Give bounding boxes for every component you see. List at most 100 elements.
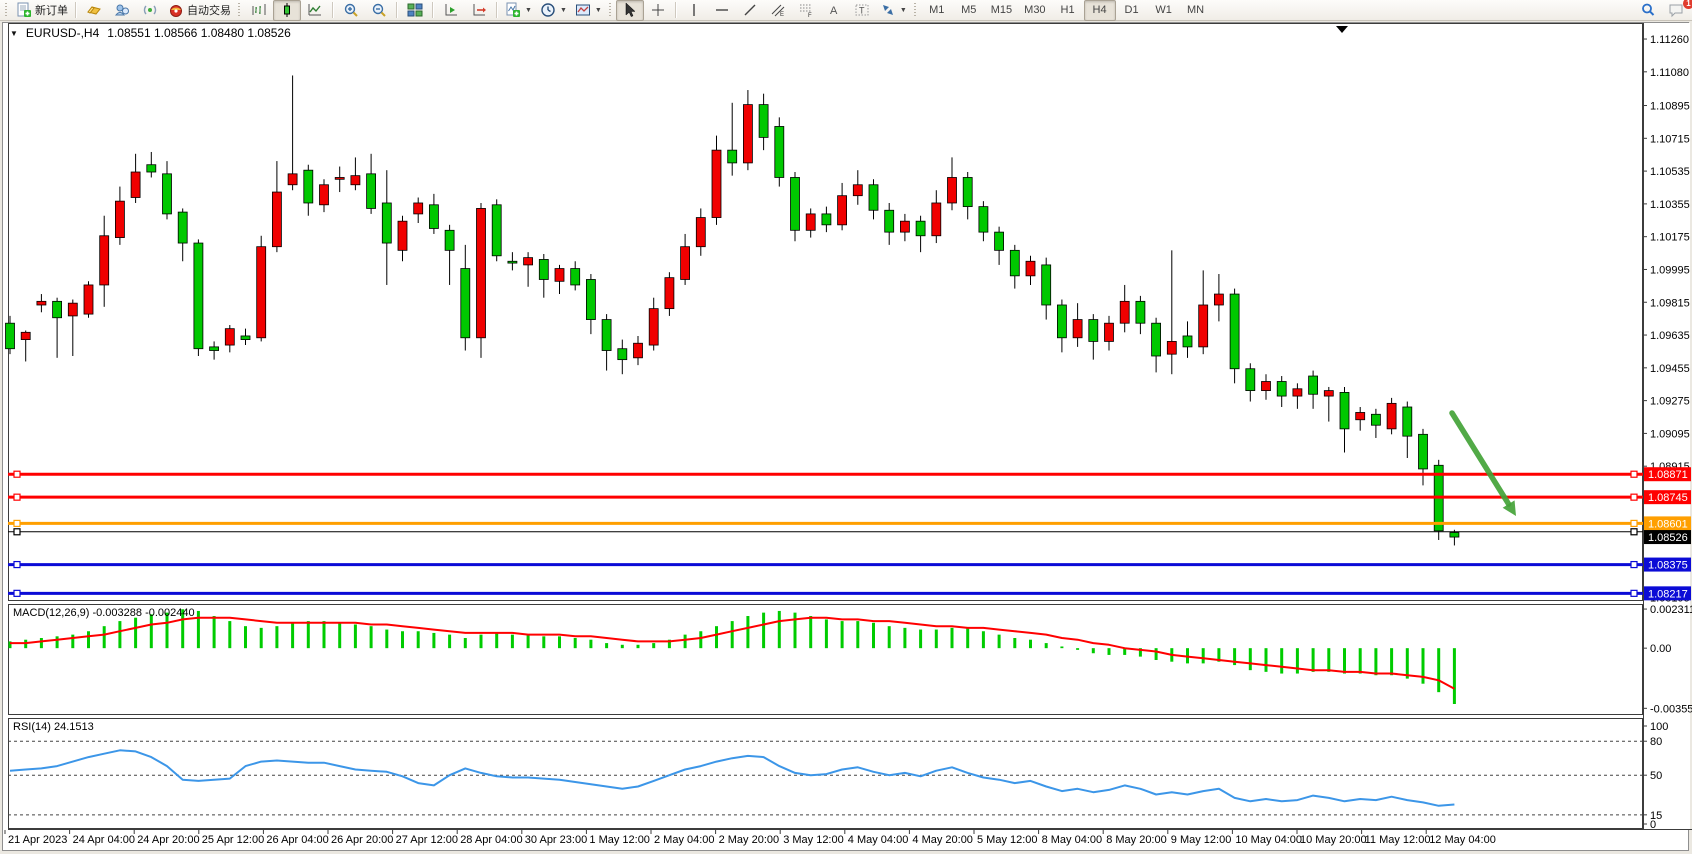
equidistant-channel-button[interactable]: E bbox=[764, 0, 792, 21]
text-button[interactable]: A bbox=[820, 0, 848, 21]
svg-text:1.08871: 1.08871 bbox=[1648, 469, 1688, 481]
toolbar-grip[interactable] bbox=[609, 3, 613, 18]
svg-text:T: T bbox=[859, 6, 865, 16]
community-button[interactable] bbox=[108, 0, 136, 21]
trendline-button[interactable] bbox=[736, 0, 764, 21]
separator bbox=[332, 2, 334, 18]
dropdown-caret-icon: ▼ bbox=[900, 7, 907, 14]
market-button[interactable] bbox=[80, 0, 108, 21]
indicators-button[interactable]: ▼ bbox=[501, 0, 536, 21]
timeframe-button-m1[interactable]: M1 bbox=[921, 0, 953, 21]
candle-body bbox=[838, 196, 847, 225]
toolbar-grip[interactable] bbox=[238, 3, 242, 18]
time-tick-label: 9 May 12:00 bbox=[1171, 834, 1232, 846]
price-scale[interactable]: 1.112601.110801.108951.107151.105351.103… bbox=[1643, 23, 1692, 831]
timeframe-button-w1[interactable]: W1 bbox=[1148, 0, 1180, 21]
line-handle[interactable] bbox=[14, 590, 20, 596]
chart-canvas[interactable]: 1.112601.110801.108951.107151.105351.103… bbox=[0, 0, 1692, 854]
line-chart-button[interactable] bbox=[301, 0, 329, 21]
svg-text:A: A bbox=[830, 5, 838, 17]
timeframe-button-h4[interactable]: H4 bbox=[1084, 0, 1116, 21]
templates-button[interactable]: ▼ bbox=[571, 0, 606, 21]
timeframe-button-mn[interactable]: MN bbox=[1180, 0, 1212, 21]
time-tick-label: 2 May 04:00 bbox=[654, 834, 715, 846]
line-handle[interactable] bbox=[1631, 471, 1637, 477]
candle-body bbox=[618, 349, 627, 360]
candle-body bbox=[429, 205, 438, 229]
one-click-trading-toggle-icon[interactable]: ▼ bbox=[10, 29, 18, 38]
timeframe-button-m15[interactable]: M15 bbox=[985, 0, 1018, 21]
dropdown-caret-icon: ▼ bbox=[595, 7, 602, 14]
horizontal-line-button[interactable] bbox=[708, 0, 736, 21]
candle-body bbox=[539, 259, 548, 279]
timeframe-button-m30[interactable]: M30 bbox=[1018, 0, 1051, 21]
line-handle[interactable] bbox=[14, 529, 20, 535]
zoom-in-button[interactable] bbox=[337, 0, 365, 21]
cursor-button[interactable] bbox=[616, 0, 644, 21]
time-tick-label: 24 Apr 04:00 bbox=[73, 834, 135, 846]
candle-body bbox=[665, 278, 674, 309]
time-tick-label: 8 May 20:00 bbox=[1106, 834, 1167, 846]
crosshair-button[interactable] bbox=[644, 0, 672, 21]
timeframe-button-d1[interactable]: D1 bbox=[1116, 0, 1148, 21]
signals-button[interactable] bbox=[136, 0, 164, 21]
line-price-label: 1.08217 bbox=[1644, 586, 1691, 600]
timeframe-button-m5[interactable]: M5 bbox=[953, 0, 985, 21]
candle-body bbox=[194, 243, 203, 349]
chart-title: ▼ EURUSD-,H4 1.08551 1.08566 1.08480 1.0… bbox=[10, 26, 291, 40]
line-handle[interactable] bbox=[14, 562, 20, 568]
candle-body bbox=[382, 203, 391, 243]
search-icon bbox=[1640, 2, 1656, 18]
line-handle[interactable] bbox=[14, 471, 20, 477]
candle-body bbox=[1105, 323, 1114, 341]
line-handle[interactable] bbox=[1631, 494, 1637, 500]
chart-shift-button[interactable] bbox=[465, 0, 493, 21]
candle-body bbox=[178, 212, 187, 243]
rsi-scale-label: 100 bbox=[1650, 721, 1668, 733]
candle-body bbox=[1073, 320, 1082, 338]
auto-trading-button[interactable]: 自动交易 bbox=[164, 0, 235, 21]
chart-shift-icon bbox=[471, 2, 487, 18]
candle-body bbox=[1026, 261, 1035, 276]
candle-body bbox=[445, 230, 454, 250]
new-order-button[interactable]: 新订单 bbox=[12, 0, 72, 21]
template-icon bbox=[575, 2, 591, 18]
candlestick-chart-button[interactable] bbox=[273, 0, 301, 21]
candle-body bbox=[288, 174, 297, 185]
line-handle[interactable] bbox=[1631, 590, 1637, 596]
tile-windows-button[interactable] bbox=[401, 0, 429, 21]
line-handle[interactable] bbox=[1631, 520, 1637, 526]
vertical-line-button[interactable] bbox=[680, 0, 708, 21]
line-handle[interactable] bbox=[1631, 562, 1637, 568]
periods-button[interactable]: ▼ bbox=[536, 0, 571, 21]
time-tick-label: 27 Apr 12:00 bbox=[396, 834, 458, 846]
pane-border bbox=[9, 24, 1643, 601]
line-chart-icon bbox=[307, 2, 323, 18]
fibonacci-button[interactable]: F bbox=[792, 0, 820, 21]
time-tick-label: 4 May 20:00 bbox=[912, 834, 973, 846]
arrows-shapes-button[interactable]: ▼ bbox=[876, 0, 911, 21]
macd-scale-label: 0.002311 bbox=[1650, 604, 1692, 616]
toolbar-grip[interactable] bbox=[5, 3, 9, 18]
timeframe-button-h1[interactable]: H1 bbox=[1052, 0, 1084, 21]
candle-body bbox=[1309, 376, 1318, 394]
line-handle[interactable] bbox=[14, 520, 20, 526]
time-tick-label: 1 May 12:00 bbox=[589, 834, 650, 846]
zoom-out-button[interactable] bbox=[365, 0, 393, 21]
candle-body bbox=[147, 165, 156, 172]
line-price-label: 1.08601 bbox=[1644, 516, 1691, 530]
auto-scroll-button[interactable] bbox=[437, 0, 465, 21]
search-button[interactable] bbox=[1634, 0, 1662, 21]
notifications-button[interactable]: 1 bbox=[1662, 0, 1690, 21]
bar-chart-button[interactable] bbox=[245, 0, 273, 21]
line-handle[interactable] bbox=[14, 494, 20, 500]
rsi-scale-label: 80 bbox=[1650, 736, 1662, 748]
price-tick-label: 1.09095 bbox=[1650, 428, 1690, 440]
candle-body bbox=[602, 320, 611, 351]
text-label-button[interactable]: T bbox=[848, 0, 876, 21]
toolbar-grip[interactable] bbox=[914, 3, 918, 18]
line-handle[interactable] bbox=[1631, 529, 1637, 535]
candle-body bbox=[398, 221, 407, 250]
candle-body bbox=[1042, 265, 1051, 305]
candle-body bbox=[524, 258, 533, 265]
